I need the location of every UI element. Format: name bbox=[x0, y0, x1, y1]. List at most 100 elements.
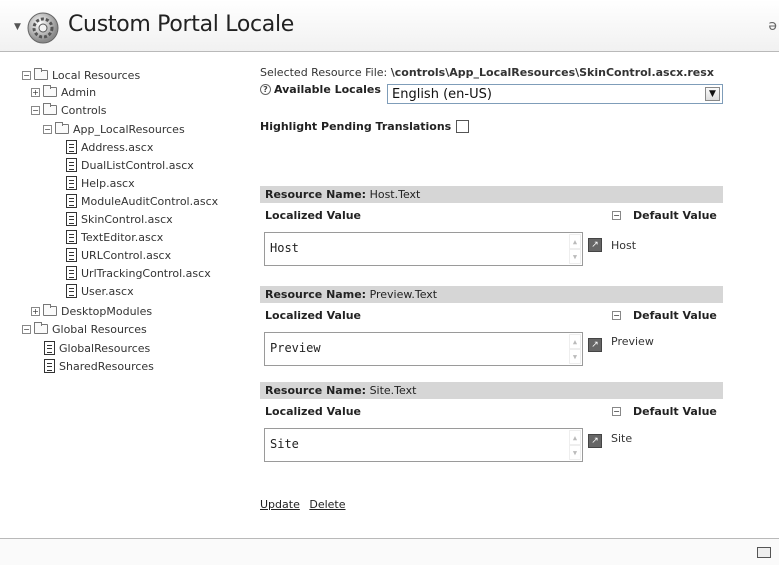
localized-value-textarea[interactable]: Host ▲ ▼ bbox=[264, 232, 583, 266]
collapse-arrow-icon[interactable]: ▼ bbox=[14, 22, 21, 32]
tree-item-label: URLControl.ascx bbox=[81, 248, 172, 262]
copy-default-icon[interactable]: ↗ bbox=[588, 338, 602, 352]
tree-item-file[interactable]: User.ascx bbox=[66, 282, 134, 300]
delete-link[interactable]: Delete bbox=[309, 498, 345, 511]
collapse-icon[interactable]: − bbox=[43, 124, 52, 134]
tree-item-file[interactable]: ModuleAuditControl.ascx bbox=[66, 192, 218, 210]
tree-item-file[interactable]: UrlTrackingControl.ascx bbox=[66, 264, 211, 282]
tree-item-file[interactable]: URLControl.ascx bbox=[66, 246, 171, 264]
collapse-icon[interactable]: − bbox=[612, 211, 621, 220]
collapse-icon[interactable]: − bbox=[612, 407, 621, 416]
localized-value-textarea[interactable]: Site ▲ ▼ bbox=[264, 428, 583, 462]
scrollbar[interactable]: ▲ ▼ bbox=[569, 234, 581, 264]
collapse-icon[interactable]: − bbox=[22, 70, 31, 80]
tree-item-file[interactable]: Help.ascx bbox=[66, 174, 135, 192]
collapse-icon[interactable]: − bbox=[612, 311, 621, 320]
tree-item-label: TextEditor.ascx bbox=[81, 230, 164, 244]
resource-name-label: Resource Name: bbox=[265, 188, 367, 201]
tree-item-file[interactable]: Address.ascx bbox=[66, 138, 153, 156]
available-locales-text: Available Locales bbox=[274, 83, 381, 96]
resource-name-label: Resource Name: bbox=[265, 288, 367, 301]
tree-item-label: SkinControl.ascx bbox=[81, 212, 173, 226]
tree-item-file[interactable]: SharedResources bbox=[44, 357, 154, 375]
default-value-header: − Default Value bbox=[612, 309, 717, 322]
default-value-header: − Default Value bbox=[612, 209, 717, 222]
file-icon bbox=[66, 176, 77, 190]
tree-item-label: Local Resources bbox=[52, 68, 141, 82]
tree-item-desktopmodules[interactable]: + DesktopModules bbox=[31, 302, 152, 320]
file-icon bbox=[66, 194, 77, 208]
available-locales-label: ? Available Locales bbox=[260, 83, 381, 96]
page-title: Custom Portal Locale bbox=[68, 12, 295, 37]
copy-default-icon[interactable]: ↗ bbox=[588, 238, 602, 252]
highlight-pending-label: Highlight Pending Translations bbox=[260, 120, 452, 133]
localized-value-text: Site bbox=[270, 437, 299, 451]
file-icon bbox=[66, 140, 77, 154]
resource-name-label: Resource Name: bbox=[265, 384, 367, 397]
tree-item-file[interactable]: TextEditor.ascx bbox=[66, 228, 163, 246]
tree-item-label: Help.ascx bbox=[81, 176, 135, 190]
file-icon bbox=[66, 212, 77, 226]
default-value-label: Default Value bbox=[633, 405, 717, 418]
tree-item-file[interactable]: GlobalResources bbox=[44, 339, 150, 357]
gear-globe-icon bbox=[27, 12, 59, 44]
expand-icon[interactable]: + bbox=[31, 306, 40, 316]
file-icon bbox=[66, 284, 77, 298]
file-icon bbox=[66, 266, 77, 280]
scrollbar[interactable]: ▲ ▼ bbox=[569, 334, 581, 364]
tree-item-admin[interactable]: + Admin bbox=[31, 83, 96, 101]
action-links: Update Delete bbox=[260, 498, 352, 511]
tree-item-label: SharedResources bbox=[59, 359, 154, 373]
selected-file-label: Selected Resource File: bbox=[260, 66, 388, 79]
expand-icon[interactable]: + bbox=[31, 87, 40, 97]
folder-icon bbox=[43, 304, 57, 316]
chevron-down-icon[interactable]: ▼ bbox=[705, 87, 720, 101]
folder-icon bbox=[43, 85, 57, 97]
tree-item-label: Global Resources bbox=[52, 322, 147, 336]
tree-item-label: UrlTrackingControl.ascx bbox=[81, 266, 211, 280]
default-value-header: − Default Value bbox=[612, 405, 717, 418]
tree-item-controls[interactable]: − Controls bbox=[31, 101, 107, 119]
file-icon bbox=[44, 341, 55, 355]
folder-icon bbox=[43, 103, 57, 115]
tree-item-local-resources[interactable]: − Local Resources bbox=[22, 66, 140, 84]
print-icon[interactable] bbox=[757, 547, 771, 558]
resource-header: Resource Name: Preview.Text bbox=[260, 286, 723, 303]
title-bar: ▼ Custom Portal Locale ə bbox=[0, 0, 779, 52]
file-icon bbox=[66, 248, 77, 262]
default-value-label: Default Value bbox=[633, 209, 717, 222]
localized-value-text: Host bbox=[270, 241, 299, 255]
file-icon bbox=[66, 158, 77, 172]
localized-value-textarea[interactable]: Preview ▲ ▼ bbox=[264, 332, 583, 366]
locale-select[interactable]: English (en-US) ▼ bbox=[387, 84, 723, 104]
localized-value-label: Localized Value bbox=[265, 405, 362, 418]
scrollbar[interactable]: ▲ ▼ bbox=[569, 430, 581, 460]
selected-file-value: \controls\App_LocalResources\SkinControl… bbox=[390, 66, 714, 79]
update-link[interactable]: Update bbox=[260, 498, 300, 511]
copy-default-icon[interactable]: ↗ bbox=[588, 434, 602, 448]
tree-item-global-resources[interactable]: − Global Resources bbox=[22, 320, 147, 338]
tree-item-label: ModuleAuditControl.ascx bbox=[81, 194, 219, 208]
tree-item-label: DesktopModules bbox=[61, 304, 153, 318]
tree-item-file[interactable]: DualListControl.ascx bbox=[66, 156, 194, 174]
resource-name-value: Site.Text bbox=[369, 384, 417, 397]
help-icon[interactable]: ? bbox=[260, 84, 271, 95]
tree-item-label: DualListControl.ascx bbox=[81, 158, 194, 172]
collapse-icon[interactable]: − bbox=[22, 324, 31, 334]
file-icon bbox=[44, 359, 55, 373]
tree-item-label: App_LocalResources bbox=[73, 122, 185, 136]
folder-icon bbox=[34, 322, 48, 334]
highlight-pending-row: Highlight Pending Translations bbox=[260, 120, 470, 133]
collapse-icon[interactable]: − bbox=[31, 105, 40, 115]
resource-name-value: Host.Text bbox=[369, 188, 421, 201]
folder-icon bbox=[34, 68, 48, 80]
file-icon bbox=[66, 230, 77, 244]
footer-bar bbox=[0, 538, 779, 565]
resource-header: Resource Name: Host.Text bbox=[260, 186, 723, 203]
tree-item-app-localresources[interactable]: − App_LocalResources bbox=[43, 120, 185, 138]
highlight-pending-checkbox[interactable] bbox=[456, 120, 470, 133]
tree-item-file[interactable]: SkinControl.ascx bbox=[66, 210, 173, 228]
localized-value-text: Preview bbox=[270, 341, 321, 355]
selected-resource-file: Selected Resource File: \controls\App_Lo… bbox=[260, 66, 714, 79]
edge-icon: ə bbox=[768, 18, 777, 34]
